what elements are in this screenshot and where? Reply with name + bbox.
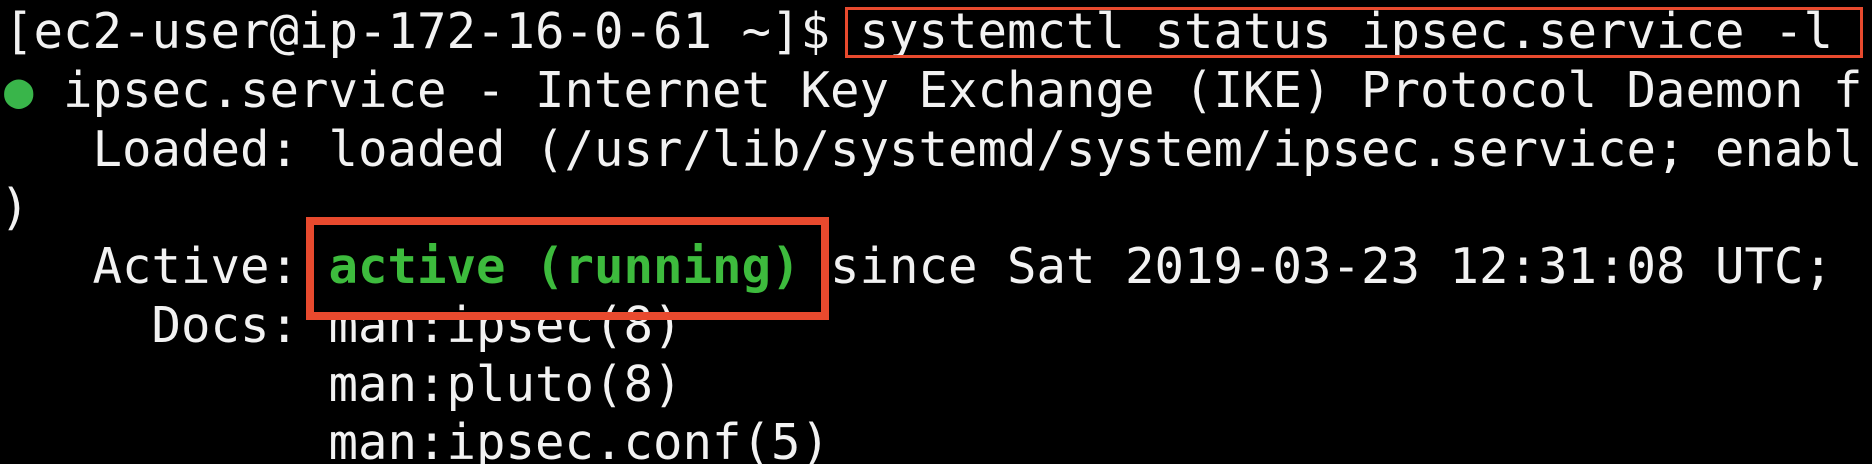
- shell-prompt: [ec2-user@ip-172-16-0-61 ~]$: [4, 3, 860, 60]
- docs-label: Docs:: [4, 297, 329, 354]
- docs-indent: [4, 414, 329, 464]
- wrapped-line: ): [0, 179, 30, 237]
- docs-line-2: man:pluto(8): [4, 356, 683, 414]
- docs-entry-pluto: man:pluto(8): [328, 356, 683, 413]
- active-status-highlight-box: [306, 217, 829, 320]
- docs-line-3: man:ipsec.conf(5): [4, 414, 831, 464]
- docs-entry-ipsec-conf: man:ipsec.conf(5): [328, 414, 831, 464]
- docs-indent: [4, 356, 329, 413]
- loaded-text: Loaded: loaded (/usr/lib/systemd/system/…: [4, 121, 1863, 178]
- terminal-window[interactable]: [ec2-user@ip-172-16-0-61 ~]$ systemctl s…: [0, 0, 1872, 464]
- active-label: Active:: [4, 238, 329, 295]
- command-highlight-box: [845, 7, 1863, 58]
- status-dot-icon: ●: [4, 62, 34, 119]
- loaded-line: Loaded: loaded (/usr/lib/systemd/system/…: [4, 121, 1863, 179]
- active-since: since Sat 2019-03-23 12:31:08 UTC;: [800, 238, 1834, 295]
- active-line: Active: active (running) since Sat 2019-…: [4, 238, 1834, 296]
- service-description: ipsec.service - Internet Key Exchange (I…: [33, 62, 1863, 119]
- wrapped-text: ): [0, 179, 30, 236]
- service-line: ● ipsec.service - Internet Key Exchange …: [4, 62, 1863, 120]
